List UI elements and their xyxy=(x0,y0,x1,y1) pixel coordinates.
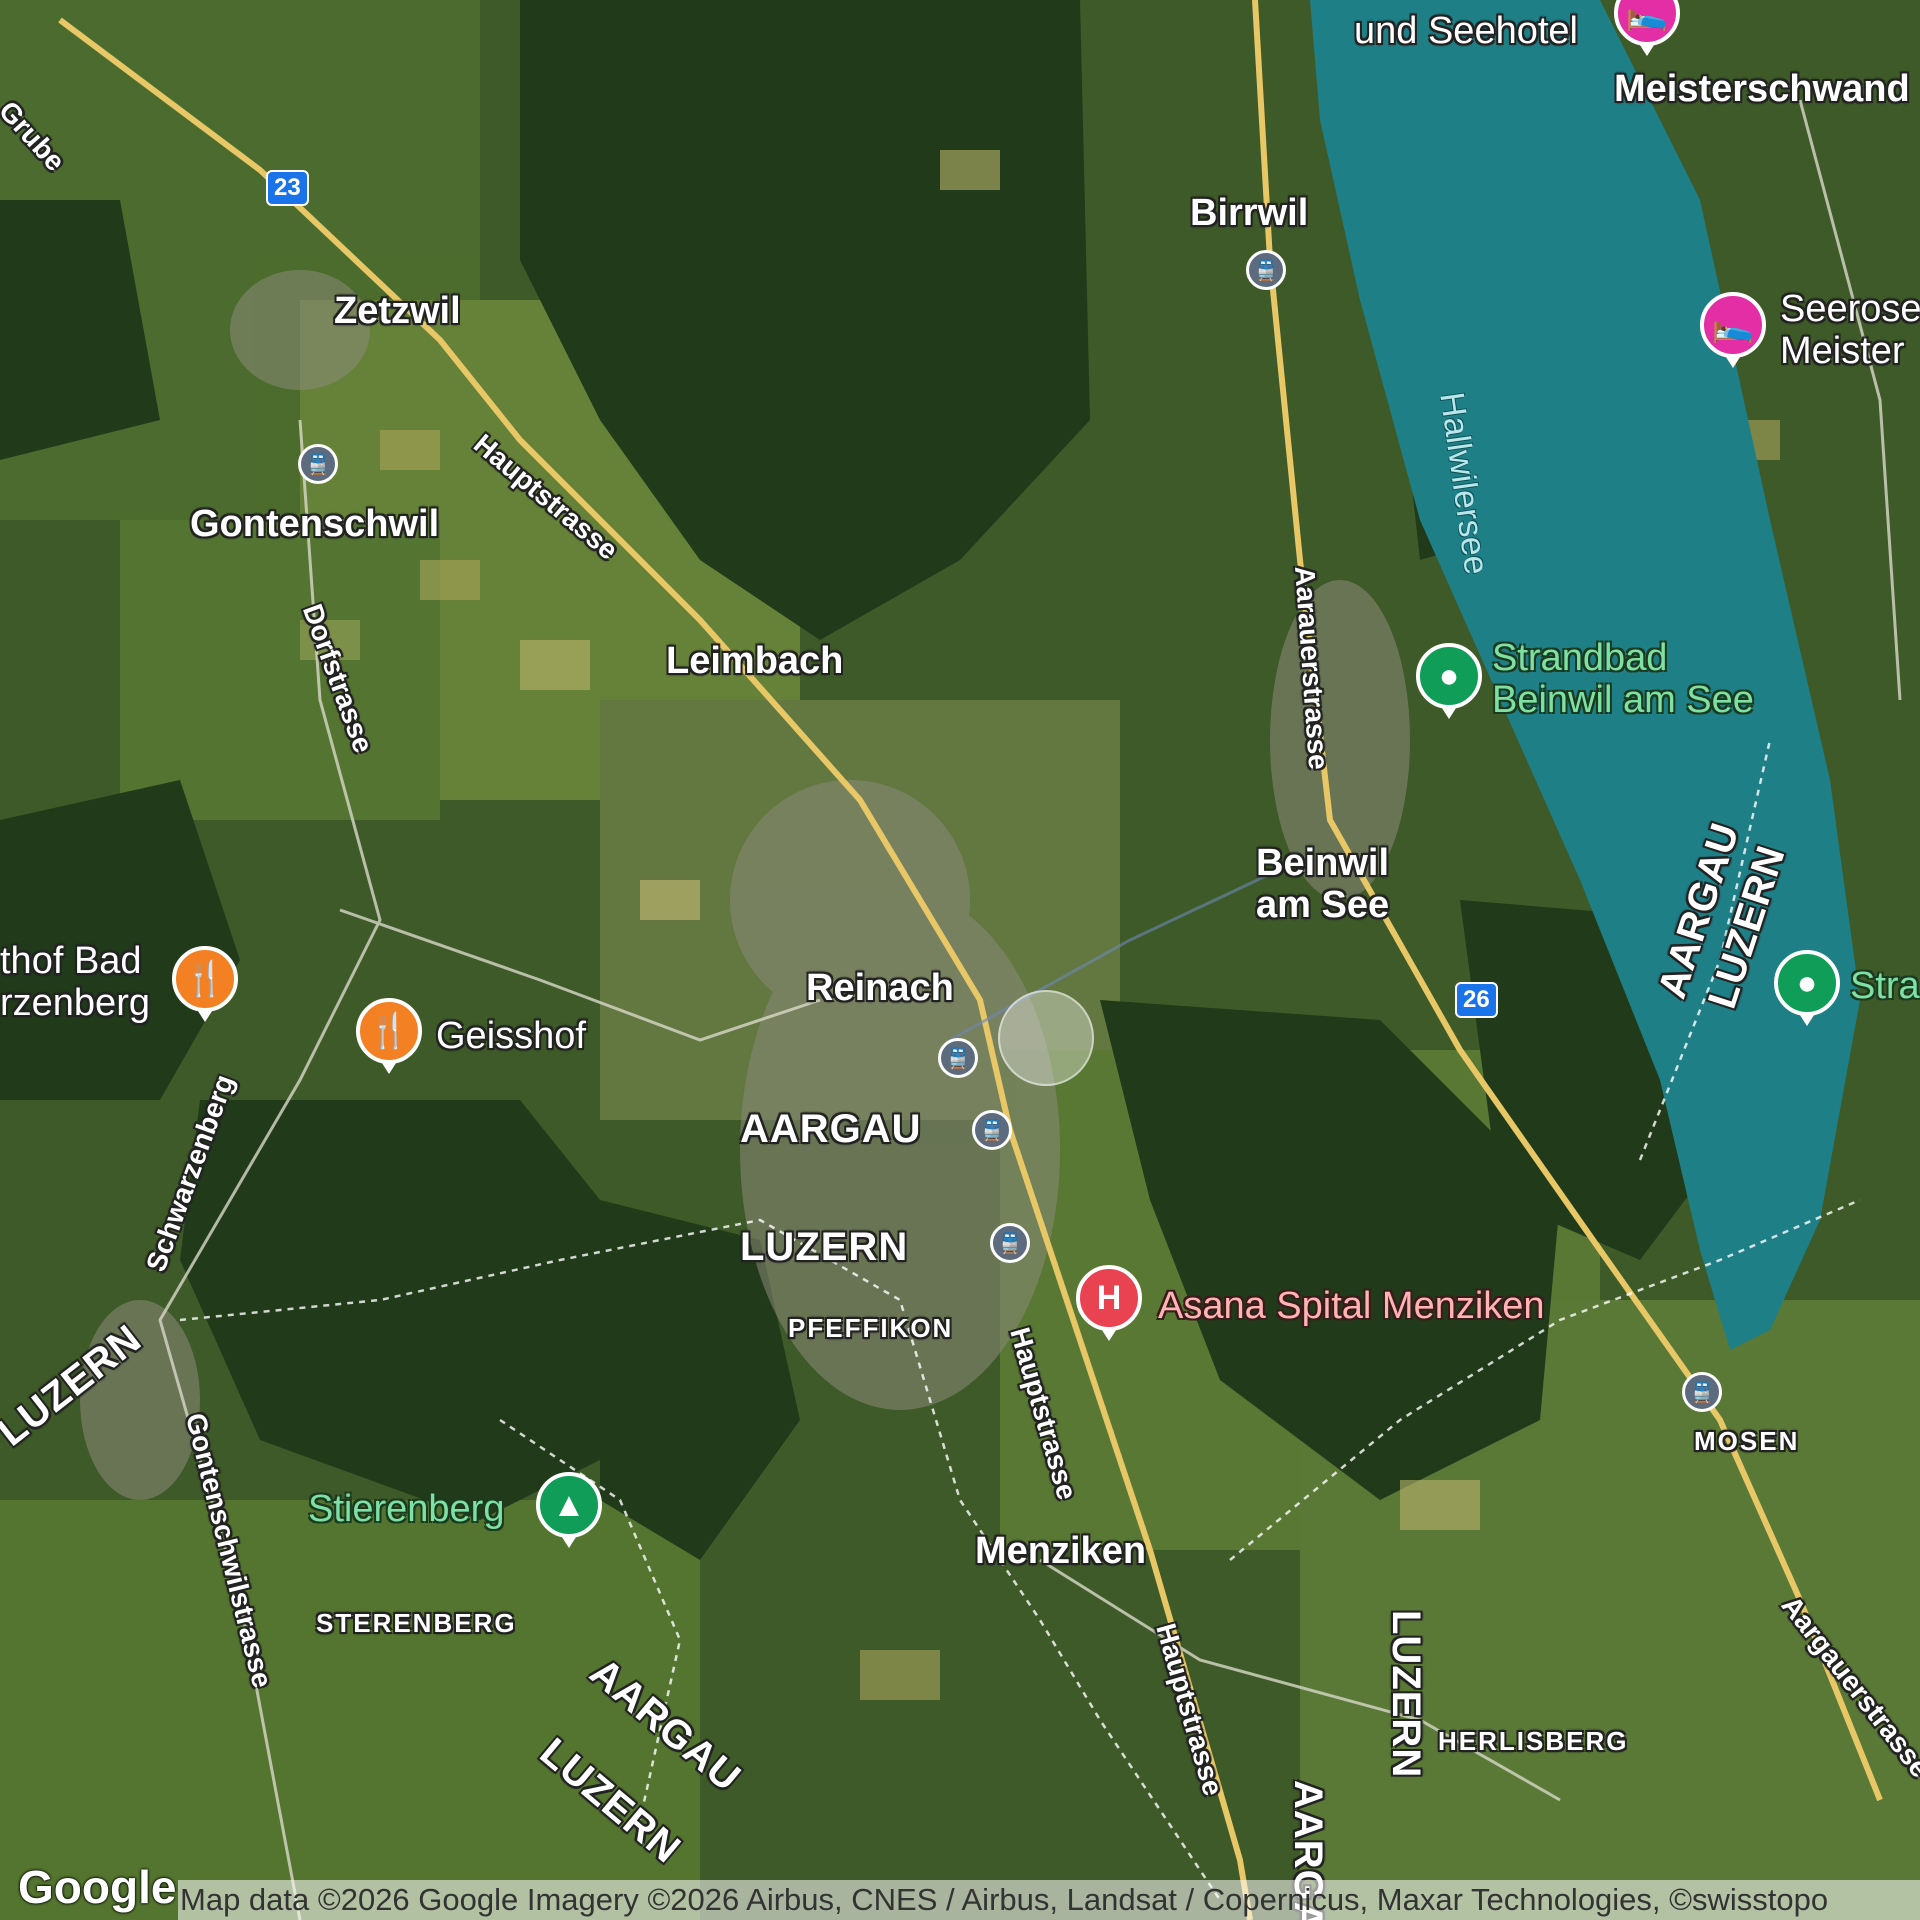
place-herlisberg: HERLISBERG xyxy=(1438,1726,1629,1756)
map-footer: Google Map data ©2026 Google Imagery ©20… xyxy=(0,1861,1920,1920)
region-luzern: LUZERN xyxy=(740,1225,909,1269)
google-logo: Google xyxy=(18,1861,177,1913)
town-zetzwil[interactable]: Zetzwil xyxy=(334,290,461,333)
train-station-icon[interactable]: 🚆 xyxy=(1246,250,1286,290)
town-birrwil[interactable]: Birrwil xyxy=(1190,192,1308,235)
beach-pin-icon[interactable]: ● xyxy=(1416,643,1482,719)
poi-stra[interactable]: Stra xyxy=(1850,965,1920,1008)
satellite-imagery xyxy=(0,0,1920,1920)
poi-seehotel[interactable]: und Seehotel xyxy=(1354,10,1578,53)
poi-bad-schwarzenberg[interactable]: thof Bad rzenberg xyxy=(0,940,150,1024)
poi-seerose[interactable]: Seerose Meister xyxy=(1780,288,1920,372)
town-menziken[interactable]: Menziken xyxy=(975,1530,1146,1573)
hotel-pin-icon-2[interactable]: 🛌 xyxy=(1700,292,1766,368)
region-luzern-4: LUZERN xyxy=(1384,1610,1428,1779)
route-shield-23: 23 xyxy=(266,170,309,206)
poi-geisshof[interactable]: Geisshof xyxy=(436,1015,586,1058)
region-aargau: AARGAU xyxy=(740,1107,922,1151)
poi-hospital[interactable]: Asana Spital Menziken xyxy=(1158,1285,1545,1328)
route-shield-26: 26 xyxy=(1455,982,1498,1018)
poi-strandbad[interactable]: Strandbad Beinwil am See xyxy=(1492,637,1754,721)
restaurant-pin-icon-2[interactable]: 🍴 xyxy=(172,946,238,1022)
beach-pin-icon-2[interactable]: ● xyxy=(1774,950,1840,1026)
place-mosen: MOSEN xyxy=(1694,1426,1800,1456)
train-station-icon[interactable]: 🚆 xyxy=(938,1038,978,1078)
mountain-pin-icon[interactable]: ▲ xyxy=(536,1472,602,1548)
place-pfeffikon: PFEFFIKON xyxy=(788,1313,954,1343)
town-meisterschwand[interactable]: Meisterschwand xyxy=(1614,68,1910,111)
restaurant-pin-icon[interactable]: 🍴 xyxy=(356,998,422,1074)
hospital-pin-icon[interactable]: H xyxy=(1076,1265,1142,1341)
current-location-marker xyxy=(998,990,1094,1086)
poi-stierenberg[interactable]: Stierenberg xyxy=(308,1488,504,1531)
town-leimbach[interactable]: Leimbach xyxy=(666,640,843,683)
place-sterenberg: STERENBERG xyxy=(316,1608,517,1638)
train-station-icon[interactable]: 🚆 xyxy=(972,1110,1012,1150)
train-station-icon[interactable]: 🚆 xyxy=(1682,1372,1722,1412)
attribution-text[interactable]: Map data ©2026 Google Imagery ©2026 Airb… xyxy=(178,1880,1920,1920)
town-gontenschwil[interactable]: Gontenschwil xyxy=(190,503,439,546)
town-reinach[interactable]: Reinach xyxy=(806,967,954,1010)
map-canvas[interactable]: Hallwilersee Zetzwil Gontenschwil Leimba… xyxy=(0,0,1920,1920)
train-station-icon[interactable]: 🚆 xyxy=(990,1223,1030,1263)
train-station-icon[interactable]: 🚆 xyxy=(298,444,338,484)
town-beinwil[interactable]: Beinwil am See xyxy=(1256,842,1389,926)
